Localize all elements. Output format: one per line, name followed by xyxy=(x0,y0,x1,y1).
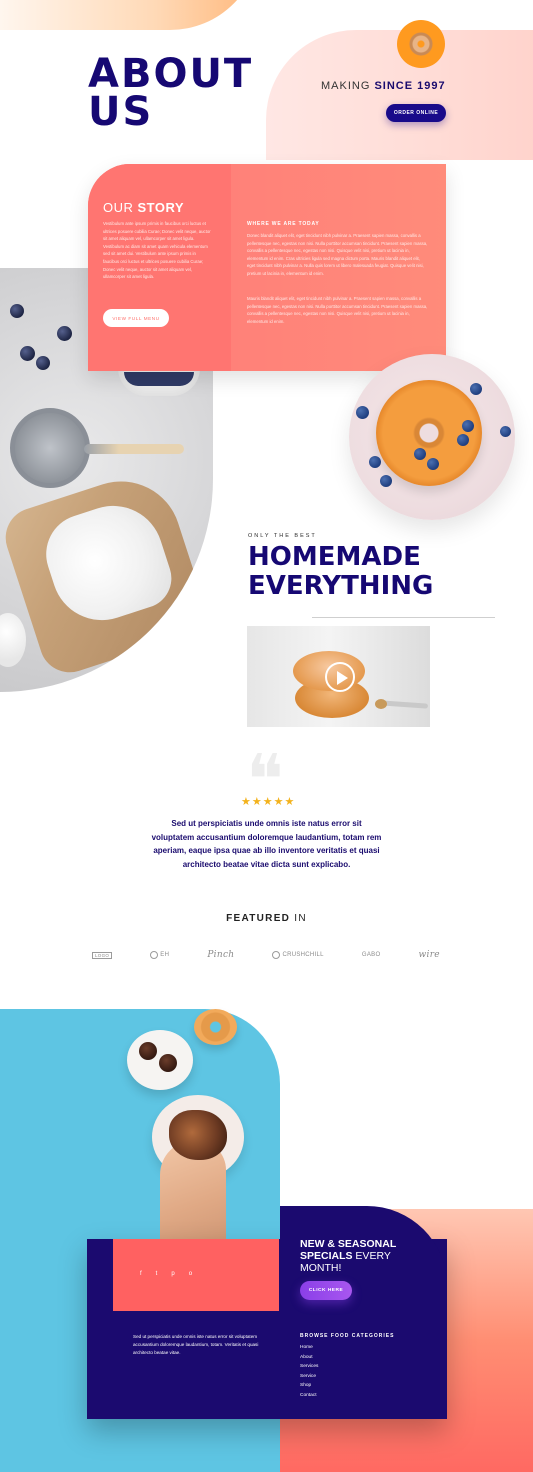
blueberry xyxy=(462,420,474,432)
sieve xyxy=(10,408,90,488)
sieve-handle xyxy=(84,444,184,454)
chocolate-cake-image xyxy=(169,1110,227,1160)
blueberry xyxy=(457,434,469,446)
blueberry xyxy=(20,346,35,361)
featured-heading-bold: FEATURED xyxy=(226,913,291,924)
donut-icon xyxy=(397,20,445,68)
featured-heading-light: IN xyxy=(290,913,307,924)
where-text-2: Mauris blandit aliquet elit, eget tincid… xyxy=(247,296,428,324)
seasonal-heading: NEW & SEASONAL SPECIALS EVERY MONTH! xyxy=(300,1238,420,1274)
story-text: Vestibulum ante ipsum primis in faucibus… xyxy=(103,221,211,280)
blueberry xyxy=(369,456,381,468)
rating-stars: ★★★★★ xyxy=(241,796,296,808)
chocolate-treat xyxy=(139,1042,157,1060)
small-donut-image xyxy=(194,1009,237,1045)
view-full-menu-button[interactable]: VIEW FULL MENU xyxy=(103,309,169,327)
category-link-home[interactable]: Home xyxy=(300,1343,318,1353)
social-links: f t p o xyxy=(140,1271,192,1277)
tagline-year: SINCE 1997 xyxy=(374,80,446,92)
blueberry xyxy=(470,383,482,395)
play-icon[interactable] xyxy=(325,662,355,692)
featured-logos: LOGO EH Pinch CRUSHCHILL GABO wire xyxy=(92,948,440,962)
blueberry xyxy=(356,406,369,419)
egg xyxy=(0,613,26,667)
instagram-icon[interactable]: o xyxy=(189,1271,192,1277)
logo-1: LOGO xyxy=(92,951,113,959)
blueberry xyxy=(380,475,392,487)
blueberry xyxy=(414,448,426,460)
homemade-title: HOMEMADE EVERYTHING xyxy=(248,542,434,601)
chocolate-treat xyxy=(159,1054,177,1072)
video-player[interactable] xyxy=(247,626,430,727)
facebook-icon[interactable]: f xyxy=(140,1271,142,1277)
donut-image xyxy=(376,380,482,486)
click-here-button[interactable]: CLICK HERE xyxy=(300,1281,352,1300)
logo-3: Pinch xyxy=(207,950,235,960)
category-link-services[interactable]: Services xyxy=(300,1362,318,1372)
logo-2: EH xyxy=(150,951,169,959)
logo-4: CRUSHCHILL xyxy=(272,951,324,959)
where-text-1: Donec blandit aliquet elit, eget tincidu… xyxy=(247,233,428,276)
categories-heading: BROWSE FOOD CATEGORIES xyxy=(300,1333,395,1339)
story-heading-light: OUR xyxy=(103,200,138,215)
bowl-blueberries xyxy=(124,372,194,386)
blueberry xyxy=(10,304,24,318)
category-link-contact[interactable]: Contact xyxy=(300,1391,318,1401)
testimonial-text: Sed ut perspiciatis unde omnis iste natu… xyxy=(151,819,382,869)
blueberry xyxy=(57,326,72,341)
footer-text: Sed ut perspiciatis unde omnis iste natu… xyxy=(133,1334,259,1355)
blueberry xyxy=(500,426,511,437)
blueberry xyxy=(36,356,50,370)
category-link-service[interactable]: Service xyxy=(300,1372,318,1382)
story-heading-bold: STORY xyxy=(137,200,185,215)
pinterest-icon[interactable]: p xyxy=(171,1271,174,1277)
story-heading: OUR STORY xyxy=(103,200,184,215)
where-heading: WHERE WE ARE TODAY xyxy=(247,221,320,227)
top-decoration xyxy=(0,0,260,30)
page-title: ABOUT US xyxy=(88,51,254,135)
logo-5: GABO xyxy=(361,952,381,958)
divider xyxy=(312,617,495,618)
logo-6: wire xyxy=(418,950,440,960)
social-box xyxy=(113,1239,279,1311)
featured-heading: FEATURED IN xyxy=(150,913,383,924)
tagline: MAKING SINCE 1997 xyxy=(321,80,446,92)
category-link-about[interactable]: About xyxy=(300,1353,318,1363)
tagline-prefix: MAKING xyxy=(321,80,375,92)
categories-list: Home About Services Service Shop Contact xyxy=(300,1343,318,1400)
order-online-button[interactable]: ORDER ONLINE xyxy=(386,104,446,122)
category-link-shop[interactable]: Shop xyxy=(300,1381,318,1391)
cupcake-plate xyxy=(127,1030,193,1090)
twitter-icon[interactable]: t xyxy=(156,1271,158,1277)
blueberry xyxy=(427,458,439,470)
story-card: OUR STORY Vestibulum ante ipsum primis i… xyxy=(88,164,446,371)
homemade-kicker: ONLY THE BEST xyxy=(248,533,317,539)
